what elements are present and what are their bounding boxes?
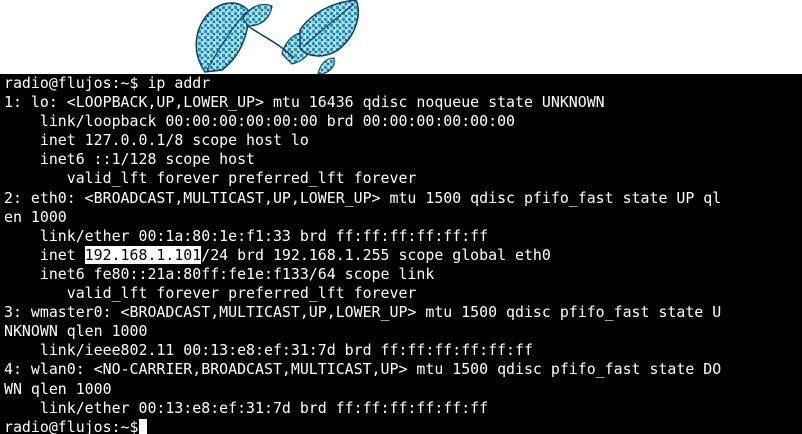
shell-prompt: radio@flujos:~$ — [4, 417, 139, 434]
command-line: radio@flujos:~$ ip addr — [4, 74, 802, 93]
output-line: en 1000 — [4, 207, 67, 226]
command-text: ip addr — [147, 74, 211, 92]
output-line: WN qlen 1000 — [4, 379, 112, 398]
output-line: link/ieee802.11 00:13:e8:ef:31:7d brd ff… — [4, 341, 533, 360]
leaf-wallpaper-icon — [195, 0, 359, 74]
selected-ip-address[interactable]: 192.168.1.101 — [84, 245, 202, 264]
output-line: valid_lft forever preferred_lft forever — [4, 284, 417, 303]
output-line: 1: lo: <LOOPBACK,UP,LOWER_UP> mtu 16436 … — [4, 93, 605, 112]
shell-prompt: radio@flujos:~$ — [4, 74, 139, 92]
output-line: link/loopback 00:00:00:00:00:00 brd 00:0… — [4, 112, 516, 131]
output-line: link/ether 00:1a:80:1e:f1:33 brd ff:ff:f… — [4, 226, 489, 245]
output-line: 3: wmaster0: <BROADCAST,MULTICAST,UP,LOW… — [4, 303, 722, 322]
terminal-window[interactable]: radio@flujos:~$ ip addr 1: lo: <LOOPBACK… — [0, 74, 802, 434]
output-line: inet6 fe80::21a:80ff:fe1e:f133/64 scope … — [4, 264, 435, 283]
output-line: NKNOWN qlen 1000 — [4, 322, 148, 341]
output-line-inet: inet 192.168.1.101/24 brd 192.168.1.255 … — [4, 245, 551, 264]
final-prompt-line[interactable]: radio@flujos:~$ — [4, 418, 802, 434]
text-cursor — [139, 418, 148, 434]
terminal-output[interactable]: radio@flujos:~$ ip addr 1: lo: <LOOPBACK… — [0, 74, 802, 434]
output-line: 2: eth0: <BROADCAST,MULTICAST,UP,LOWER_U… — [4, 188, 722, 207]
output-line: valid_lft forever preferred_lft forever — [4, 169, 417, 188]
output-line: inet 127.0.0.1/8 scope host lo — [4, 131, 309, 150]
output-line: link/ether 00:13:e8:ef:31:7d brd ff:ff:f… — [4, 398, 489, 417]
output-line: inet6 ::1/128 scope host — [4, 150, 256, 169]
desktop-wallpaper — [0, 0, 802, 74]
output-line: 4: wlan0: <NO-CARRIER,BROADCAST,MULTICAS… — [4, 360, 722, 379]
